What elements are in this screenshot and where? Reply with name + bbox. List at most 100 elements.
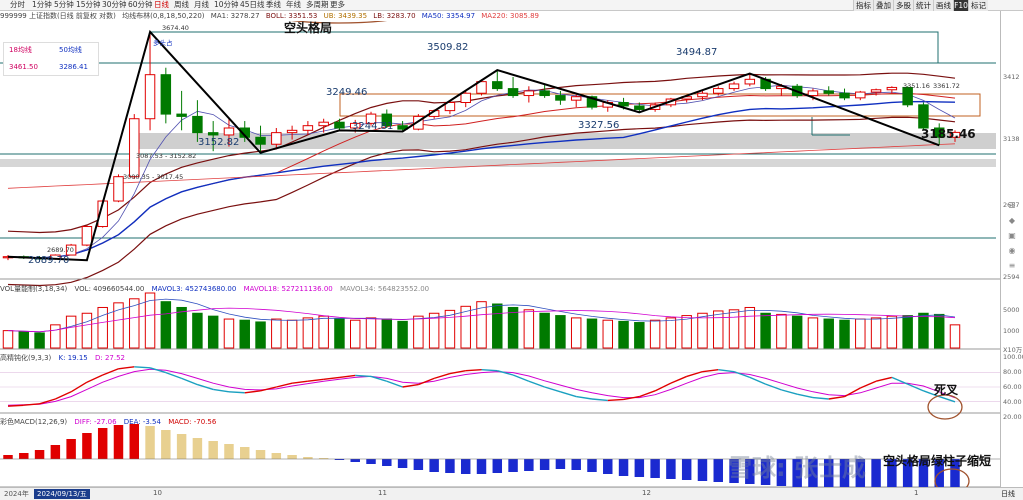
kdj-axis-tick: 80.00 — [1003, 368, 1022, 376]
candle-body — [176, 113, 187, 117]
macd-histogram-bar — [287, 455, 297, 459]
macd-histogram-bar — [97, 428, 108, 459]
period-tab[interactable]: 更多 — [330, 0, 345, 10]
price-3152-label: 3152.82 — [198, 137, 240, 148]
volume-bar — [207, 315, 219, 349]
volume-bar — [855, 318, 866, 349]
kdj-axis-tick: 20.00 — [1003, 413, 1022, 421]
volume-bar — [886, 315, 898, 349]
kdj-k-line — [875, 376, 893, 382]
kdj-k-line — [449, 369, 466, 375]
kdj-k-line — [181, 377, 198, 386]
period-tab[interactable]: 60分钟 — [128, 0, 153, 10]
volume-bar — [286, 319, 298, 349]
volume-bar — [302, 317, 314, 349]
right-tool-button[interactable]: 多股 — [893, 0, 913, 11]
volume-bar — [649, 319, 661, 349]
candle-body — [192, 115, 203, 134]
right-tool-button[interactable]: 指标 — [853, 0, 873, 11]
volume-bar — [223, 318, 235, 349]
period-tab[interactable]: 30分钟 — [102, 0, 127, 10]
period-tab[interactable]: 10分钟 — [214, 0, 239, 10]
price-3327-label: 3327.56 — [578, 120, 620, 131]
period-tab[interactable]: 45日线 — [240, 0, 265, 10]
candle-body — [744, 78, 756, 85]
price-3351-label: 3351.16 — [903, 82, 930, 90]
time-axis: 2024年 2024/09/13/五 10 11 12 1 日线 — [0, 487, 1023, 500]
vol-axis-tick: 5000 — [1003, 306, 1020, 314]
candle-body — [728, 83, 740, 90]
period-tab[interactable]: 5分钟 — [54, 0, 74, 10]
candle-body — [207, 132, 219, 136]
macd-histogram-bar — [129, 424, 140, 459]
macd-histogram-bar — [445, 459, 455, 473]
candle-body — [81, 226, 93, 246]
volume-bar — [807, 317, 819, 349]
kdj-k-line — [292, 380, 308, 384]
kdj-k-line — [591, 398, 608, 402]
macd-histogram-bar — [555, 459, 566, 469]
year-label: 2024年 — [4, 490, 29, 498]
side-tool-icon[interactable]: ▣ — [1006, 231, 1018, 241]
period-tab[interactable]: 年线 — [286, 0, 301, 10]
period-tab[interactable]: 月线 — [194, 0, 209, 10]
period-tab[interactable]: 15分钟 — [76, 0, 101, 10]
macd-histogram-bar — [492, 459, 503, 473]
macd-histogram-bar — [618, 459, 629, 476]
side-tool-icon[interactable]: ☰ — [1006, 201, 1018, 211]
macd-histogram-bar — [603, 459, 613, 474]
period-tab[interactable]: 分时 — [10, 0, 25, 10]
candle-body — [618, 102, 629, 107]
volume-bar — [492, 303, 503, 349]
macd-histogram-bar — [571, 459, 581, 470]
price-low-label: 2689.70 — [28, 255, 70, 266]
volume-bar — [65, 315, 77, 349]
price-3249-label: 3249.46 — [326, 87, 368, 98]
price-axis-tick: 2594 — [1003, 273, 1020, 281]
kdj-k-line — [23, 403, 40, 406]
macd-histogram-bar — [587, 459, 597, 472]
kdj-k-line — [797, 393, 814, 399]
macd-histogram-bar — [508, 459, 518, 472]
right-tool-button[interactable]: 统计 — [913, 0, 933, 11]
ma-selector[interactable]: 18均线 50均线 3461.50 3286.41 — [3, 42, 99, 76]
volume-bar — [681, 315, 692, 349]
period-tab[interactable]: 1分钟 — [32, 0, 52, 10]
volume-bar — [160, 301, 172, 349]
volume-bar — [381, 318, 393, 349]
lb-value: LB: 3283.70 — [373, 12, 416, 20]
kdj-axis-tick: 40.00 — [1003, 398, 1022, 406]
volume-bar — [760, 312, 771, 349]
macd-histogram-bar — [113, 425, 124, 459]
right-tool-button[interactable]: F10 — [953, 0, 968, 11]
period-tab[interactable]: 周线 — [174, 0, 189, 10]
side-tool-icon[interactable]: ◆ — [1006, 216, 1018, 226]
right-tool-button[interactable]: 画线 — [933, 0, 953, 11]
ma-b-label: 50均线 — [59, 46, 82, 54]
chart-area[interactable]: 18均线 50均线 3461.50 3286.41 空头格局 2689.70 2… — [0, 21, 1000, 487]
price-3509-label: 3509.82 — [427, 42, 469, 53]
right-tool-button[interactable]: 标记 — [968, 0, 988, 11]
kdj-k-line — [607, 398, 624, 402]
month-label: 10 — [153, 489, 162, 497]
vol-axis-tick: 1000 — [1003, 327, 1020, 335]
candle-body — [144, 74, 156, 120]
kdj-header: 高精钝化(9,3,3) K: 19.15 D: 27.52 — [0, 353, 130, 363]
candle-body — [523, 90, 535, 97]
side-tool-icon[interactable]: ◉ — [1006, 246, 1018, 256]
kdj-name: 高精钝化(9,3,3) — [0, 354, 52, 362]
volume-bar — [97, 306, 108, 349]
period-tab[interactable]: 多周期 — [306, 0, 329, 10]
right-tool-button[interactable]: 叠加 — [873, 0, 893, 11]
price-3244-label: 3244.81 — [352, 121, 394, 132]
period-tab[interactable]: 季线 — [266, 0, 281, 10]
mavol3-value: MAVOL3: 452743680.00 — [151, 285, 237, 293]
ma50-value: MA50: 3354.97 — [421, 12, 476, 20]
range-label-2: 3000.35 - 3017.45 — [123, 173, 184, 181]
range-label-1: 3087.53 - 3152.82 — [136, 152, 197, 160]
volume-bar — [523, 309, 535, 349]
period-tab[interactable]: 日线 — [154, 0, 169, 10]
side-tool-icon[interactable]: ≡ — [1006, 261, 1018, 271]
macd-dea-value: DEA: -3.54 — [123, 418, 161, 426]
month-label: 12 — [642, 489, 651, 497]
